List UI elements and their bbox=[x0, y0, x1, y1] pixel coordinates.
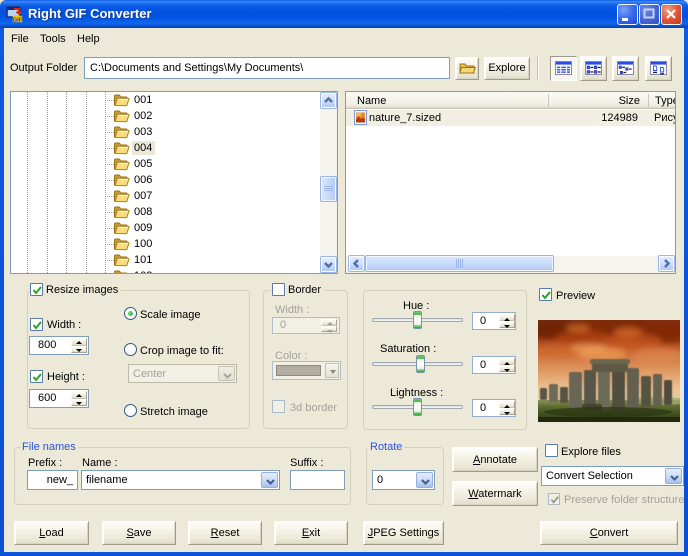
svg-text:GIF: GIF bbox=[13, 17, 23, 23]
